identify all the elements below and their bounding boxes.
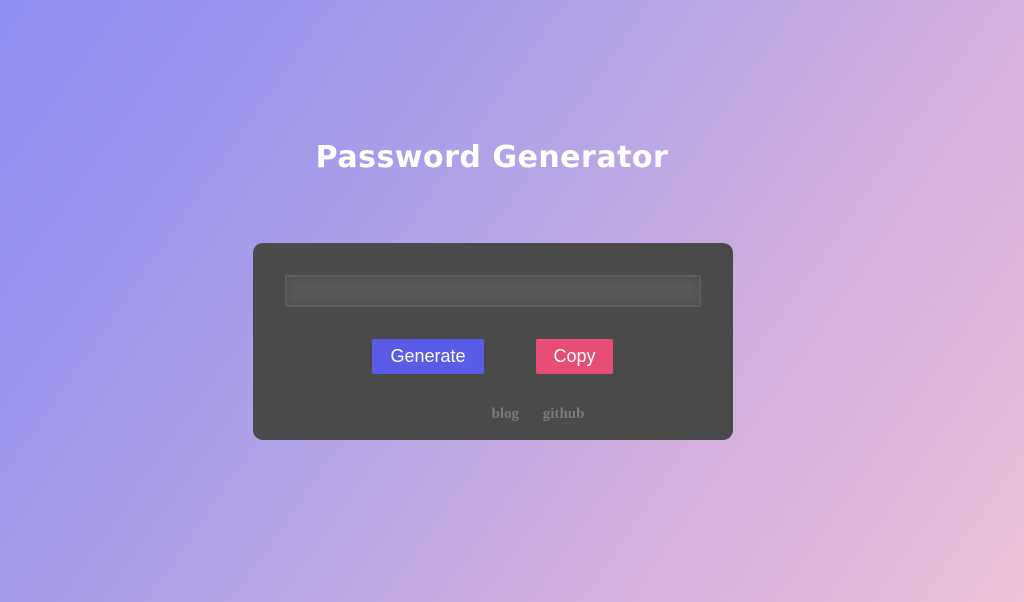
generator-card: Generate Copy blog github xyxy=(253,243,733,440)
blog-link[interactable]: blog xyxy=(492,406,520,422)
password-output-field[interactable] xyxy=(285,275,701,307)
copy-button[interactable]: Copy xyxy=(536,339,613,374)
page-title: Password Generator xyxy=(315,140,669,175)
github-link[interactable]: github xyxy=(543,406,585,422)
footer-links: blog github xyxy=(253,406,823,423)
generate-button[interactable]: Generate xyxy=(372,339,484,374)
